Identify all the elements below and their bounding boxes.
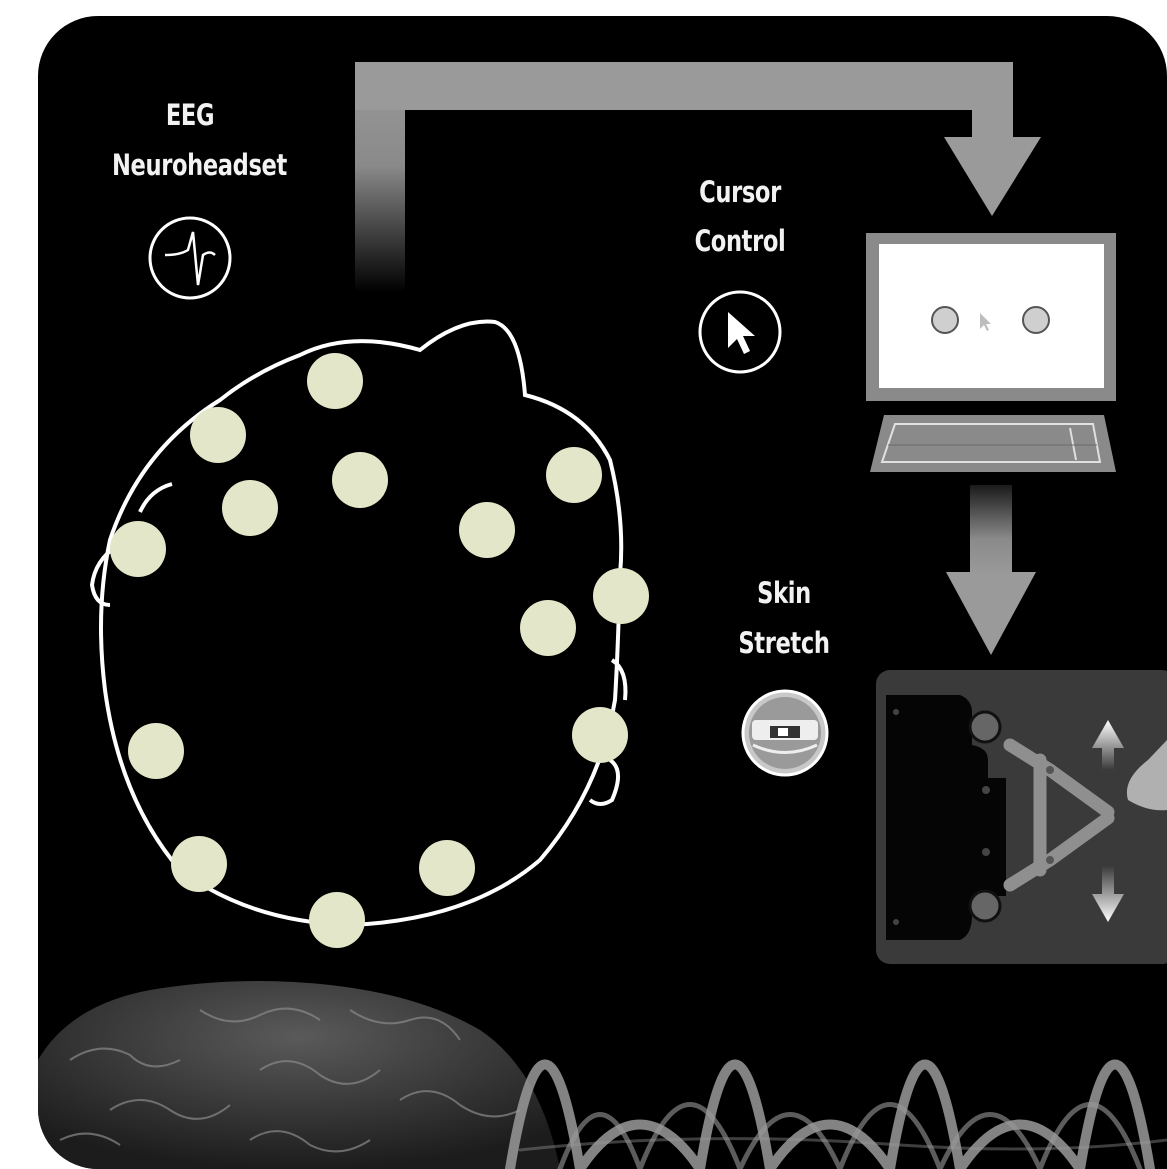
skin-stretch-device-icon xyxy=(741,689,829,777)
electrode xyxy=(222,480,278,536)
electrode xyxy=(572,707,628,763)
electrodes xyxy=(110,353,649,948)
skin-label-line1: Skin xyxy=(757,576,811,610)
electrode xyxy=(128,723,184,779)
electrode xyxy=(593,568,649,624)
eeg-label-line1: EEG xyxy=(165,98,215,132)
cursor-label-line1: Cursor xyxy=(699,175,781,209)
electrode xyxy=(110,521,166,577)
flow-arrow-down xyxy=(946,485,1036,655)
skin-stretch-device xyxy=(876,670,1167,964)
eeg-label-line2: Neuroheadset xyxy=(112,148,287,182)
brain-waves xyxy=(505,1059,1167,1169)
electrode xyxy=(307,353,363,409)
screen-target-left xyxy=(931,306,959,334)
electrode xyxy=(171,836,227,892)
brain-image xyxy=(38,981,560,1169)
skin-label-line2: Stretch xyxy=(738,626,830,660)
electrode xyxy=(419,840,475,896)
electrode xyxy=(190,407,246,463)
eeg-waveform-icon xyxy=(148,216,232,300)
laptop xyxy=(866,233,1116,472)
mouse-pointer-icon xyxy=(698,290,782,374)
screen-target-right xyxy=(1022,306,1050,334)
electrode xyxy=(309,892,365,948)
electrode xyxy=(332,452,388,508)
electrode xyxy=(520,600,576,656)
electrode xyxy=(546,447,602,503)
cursor-label-line2: Control xyxy=(694,224,786,258)
electrode xyxy=(459,502,515,558)
